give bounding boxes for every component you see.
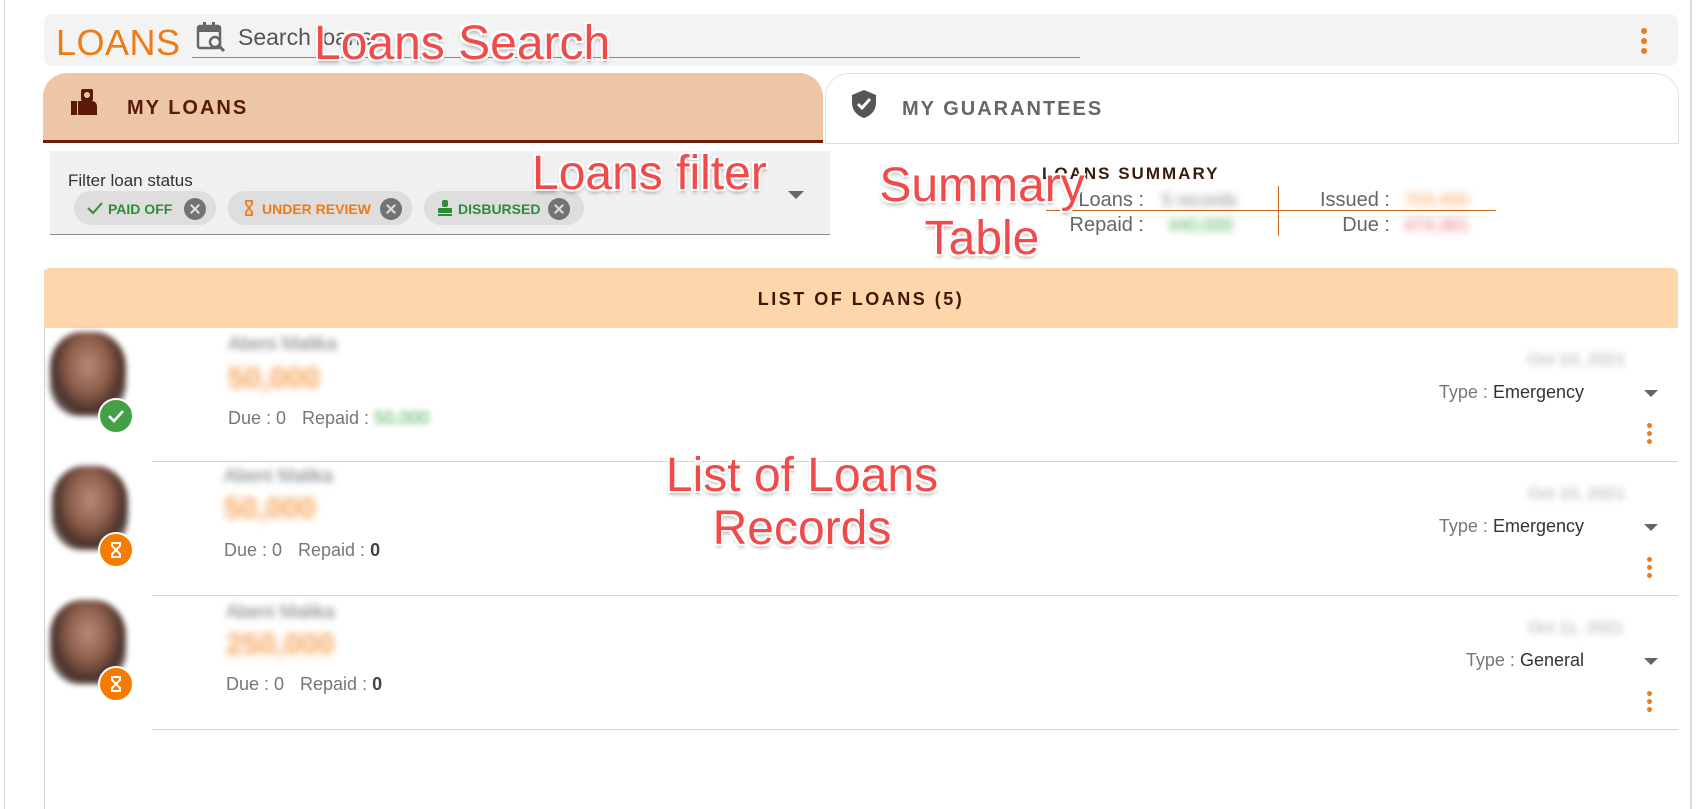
row-more-vert-icon[interactable]	[1642, 690, 1658, 714]
annotation-loans-filter: Loans filter	[532, 147, 767, 200]
row-divider	[152, 729, 1678, 730]
loan-due-value: 0	[272, 540, 283, 560]
loan-due: Due : 0	[228, 408, 287, 428]
annotation-list-line1: List of Loans	[665, 449, 939, 502]
loans-app: LOANS MY LOAN	[0, 0, 1704, 809]
stamp-icon	[438, 200, 452, 216]
frame-border-right	[1690, 0, 1692, 809]
summary-issued-value: 703,400	[1404, 190, 1470, 210]
chevron-down-icon[interactable]	[1644, 390, 1658, 397]
summary-repaid-value: 440,000	[1168, 215, 1234, 235]
borrower-name: Abeni Malika	[228, 334, 337, 355]
loan-date: Oct 10, 2021	[1528, 350, 1626, 369]
loan-list-item[interactable]: Abeni Malika 50,000 Due : 0 Repaid : 50,…	[44, 328, 1678, 462]
tab-divider	[825, 143, 1679, 144]
loan-repaid: Repaid : 50,000	[302, 408, 430, 428]
tab-my-guarantees-label: MY GUARANTEES	[902, 98, 1104, 120]
loan-type-value: Emergency	[1492, 516, 1584, 536]
summary-loans-value: 5 records	[1162, 190, 1238, 210]
under-review-badge	[98, 666, 134, 702]
loan-amount: 250,000	[226, 628, 335, 661]
loans-list-header: LIST OF LOANS (5)	[44, 268, 1678, 328]
filter-label: Filter loan status	[68, 171, 193, 190]
annotation-summary-table: Summary Table	[876, 159, 1088, 266]
shield-check-icon	[852, 90, 876, 118]
loan-repaid: Repaid : 0	[300, 674, 383, 694]
loans-list-title: LIST OF LOANS (5)	[757, 289, 965, 309]
loan-type: Type : General	[1465, 650, 1584, 670]
check-icon	[87, 202, 103, 215]
chip-under-review-label: UNDER REVIEW	[262, 201, 371, 217]
chip-paid-off-label: PAID OFF	[108, 201, 173, 217]
borrower-name: Abeni Malika	[224, 466, 333, 487]
summary-issued-label: Issued :	[1319, 189, 1390, 211]
loan-due: Due : 0	[224, 540, 283, 560]
tab-bar: MY LOANS MY GUARANTEES	[43, 73, 1679, 145]
annotation-summary-line2: Table	[924, 211, 1040, 265]
frame-border-left	[4, 0, 5, 809]
loan-repaid-value: 0	[370, 540, 381, 560]
row-more-vert-icon[interactable]	[1642, 556, 1658, 580]
chip-under-review[interactable]: UNDER REVIEW	[228, 191, 412, 225]
loan-due-value: 0	[274, 674, 285, 694]
check-icon	[108, 410, 124, 423]
under-review-badge	[98, 532, 134, 568]
app-bar: LOANS	[44, 14, 1678, 66]
paid-off-badge	[98, 398, 134, 434]
loan-type-value: Emergency	[1492, 382, 1584, 402]
loan-repaid-value: 0	[372, 674, 383, 694]
app-title: LOANS	[56, 22, 181, 63]
hourglass-icon	[111, 542, 121, 558]
chip-remove-icon[interactable]	[380, 198, 402, 220]
loan-repaid-value: 50,000	[374, 408, 430, 428]
chip-paid-off[interactable]: PAID OFF	[74, 191, 216, 225]
hourglass-icon	[245, 200, 253, 216]
annotation-loan-records: List of Loans Records	[660, 449, 944, 556]
chevron-down-icon[interactable]	[1644, 524, 1658, 531]
tab-my-guarantees[interactable]: MY GUARANTEES	[825, 73, 1679, 143]
summary-due-label: Due :	[1342, 214, 1390, 236]
loan-type-value: General	[1519, 650, 1584, 670]
row-more-vert-icon[interactable]	[1642, 422, 1658, 446]
summary-due-value: 474,361	[1404, 215, 1470, 235]
borrower-name: Abeni Malika	[226, 602, 335, 623]
chip-remove-icon[interactable]	[548, 198, 570, 220]
annotation-summary-line1: Summary	[879, 159, 1085, 212]
loan-due: Due : 0	[226, 674, 285, 694]
loan-amount: 50,000	[228, 362, 320, 395]
loan-date: Oct 10, 2021	[1528, 484, 1626, 503]
more-vert-icon[interactable]	[1634, 26, 1654, 56]
hourglass-icon	[111, 676, 121, 692]
tab-my-loans-label: MY LOANS	[127, 97, 249, 119]
loan-type: Type : Emergency	[1438, 382, 1584, 402]
calendar-search-icon	[196, 22, 226, 53]
chip-remove-icon[interactable]	[184, 198, 206, 220]
summary-divider-horizontal	[1046, 210, 1496, 211]
tab-my-loans[interactable]: MY LOANS	[43, 73, 823, 143]
chevron-down-icon[interactable]	[1644, 658, 1658, 665]
filter-dropdown-icon[interactable]	[788, 191, 804, 199]
loan-hand-icon	[71, 89, 97, 115]
loan-due-value: 0	[276, 408, 287, 428]
loan-date: Oct 11, 2021	[1528, 618, 1625, 637]
loan-repaid: Repaid : 0	[298, 540, 381, 560]
annotation-list-line2: Records	[712, 501, 892, 555]
loan-list-item[interactable]: Abeni Malika 250,000 Due : 0 Repaid : 0 …	[44, 596, 1678, 730]
loan-type: Type : Emergency	[1438, 516, 1584, 536]
annotation-loans-search: Loans Search	[314, 17, 611, 70]
loan-amount: 50,000	[224, 492, 316, 525]
summary-divider-vertical	[1278, 186, 1279, 236]
chip-disbursed-label: DISBURSED	[458, 201, 541, 217]
